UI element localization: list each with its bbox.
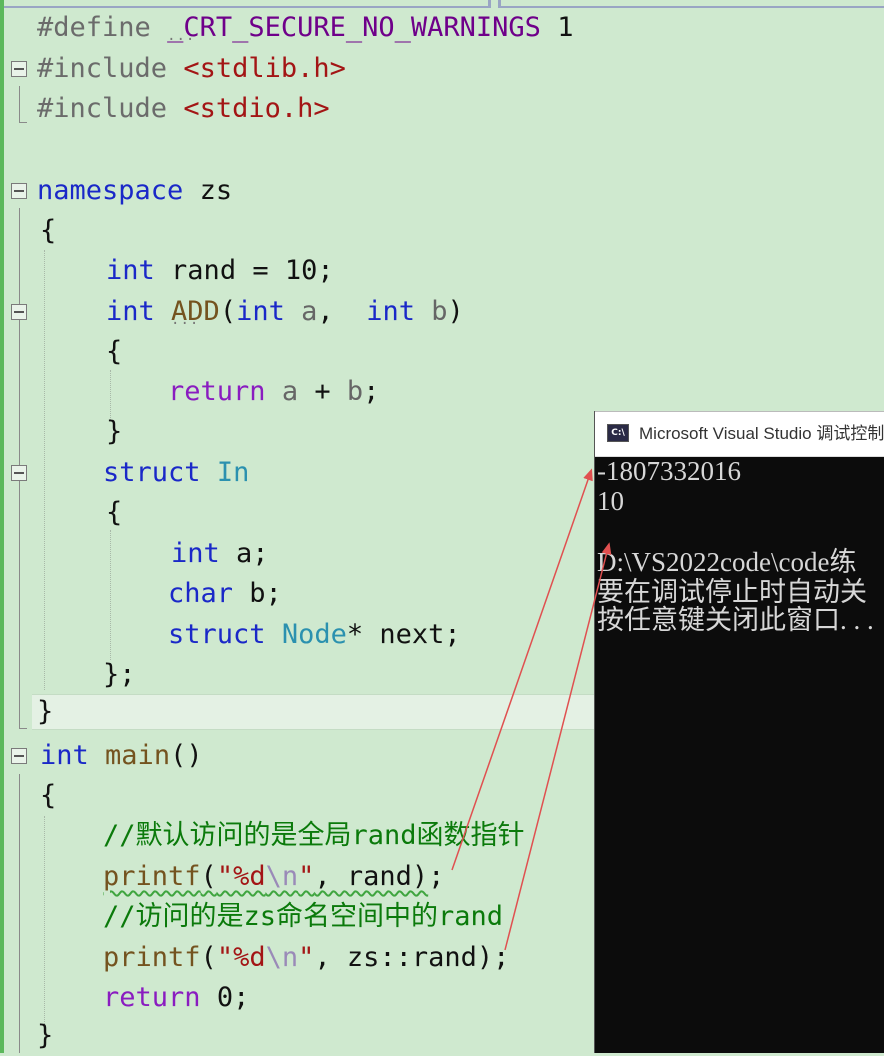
outline-guide — [19, 774, 20, 1053]
debug-console-window[interactable]: C:\ Microsoft Visual Studio 调试控制 -180733… — [594, 411, 884, 1053]
code-line-9: { — [106, 336, 123, 367]
code-line-18: } — [37, 696, 54, 727]
fold-toggle-include[interactable] — [11, 61, 27, 77]
code-line-11: } — [106, 416, 123, 447]
console-output-line-6: 按任意键关闭此窗口. . . — [597, 605, 874, 635]
fold-toggle-add-function[interactable] — [11, 304, 27, 320]
console-output-line-4: D:\VS2022code\code练 — [597, 547, 857, 577]
code-line-12: struct In — [103, 457, 250, 488]
code-line-10: return a + b; — [168, 376, 380, 407]
code-line-8: int ADD(int a, int b) — [106, 292, 464, 332]
code-line-3: #include <stdio.h> — [37, 93, 330, 124]
code-line-16: struct Node* next; — [168, 619, 461, 650]
code-line-14: int a; — [171, 538, 269, 569]
console-title: Microsoft Visual Studio 调试控制 — [639, 424, 884, 443]
code-line-20: { — [40, 780, 57, 811]
code-line-26: } — [37, 1020, 54, 1051]
code-line-22: printf("%d\n", rand); — [103, 861, 445, 892]
tab-divider-right — [498, 0, 884, 8]
code-line-6: { — [40, 215, 57, 246]
code-line-24: printf("%d\n", zs::rand); — [103, 942, 510, 973]
outline-guide-end — [19, 728, 27, 729]
code-line-25: return 0; — [103, 982, 250, 1013]
code-line-17: }; — [103, 659, 136, 690]
code-line-19: int main() — [40, 740, 203, 771]
indent-guide — [44, 816, 45, 1026]
console-output-line-1: -1807332016 — [597, 456, 741, 486]
tab-divider-left — [0, 0, 491, 8]
code-line-13: { — [106, 497, 123, 528]
console-output-line-5: 要在调试停止时自动关 — [597, 577, 867, 607]
console-output-line-2: 10 — [597, 486, 624, 516]
fold-toggle-main[interactable] — [11, 748, 27, 764]
code-comment-2: //访问的是zs命名空间中的rand — [103, 901, 504, 932]
code-line-2: #include <stdlib.h> — [37, 53, 346, 84]
code-line-5: namespace zs — [37, 175, 233, 206]
console-app-icon: C:\ — [607, 424, 629, 442]
code-line-15: char b; — [168, 578, 282, 609]
code-line-7: int rand = 10; — [106, 255, 334, 286]
fold-toggle-struct[interactable] — [11, 465, 27, 481]
indent-guide — [110, 530, 111, 660]
indent-guide — [44, 250, 45, 690]
fold-toggle-namespace[interactable] — [11, 183, 27, 199]
console-title-bar[interactable]: C:\ Microsoft Visual Studio 调试控制 — [595, 411, 884, 457]
editor-tab-strip — [0, 0, 884, 8]
change-margin-bar — [0, 0, 4, 1053]
outline-guide-end — [19, 122, 27, 123]
outline-guide — [19, 86, 20, 122]
code-comment-1: //默认访问的是全局rand函数指针 — [103, 820, 525, 851]
code-line-1: #define _CRT_SECURE_NO_WARNINGS 1 — [37, 8, 573, 48]
